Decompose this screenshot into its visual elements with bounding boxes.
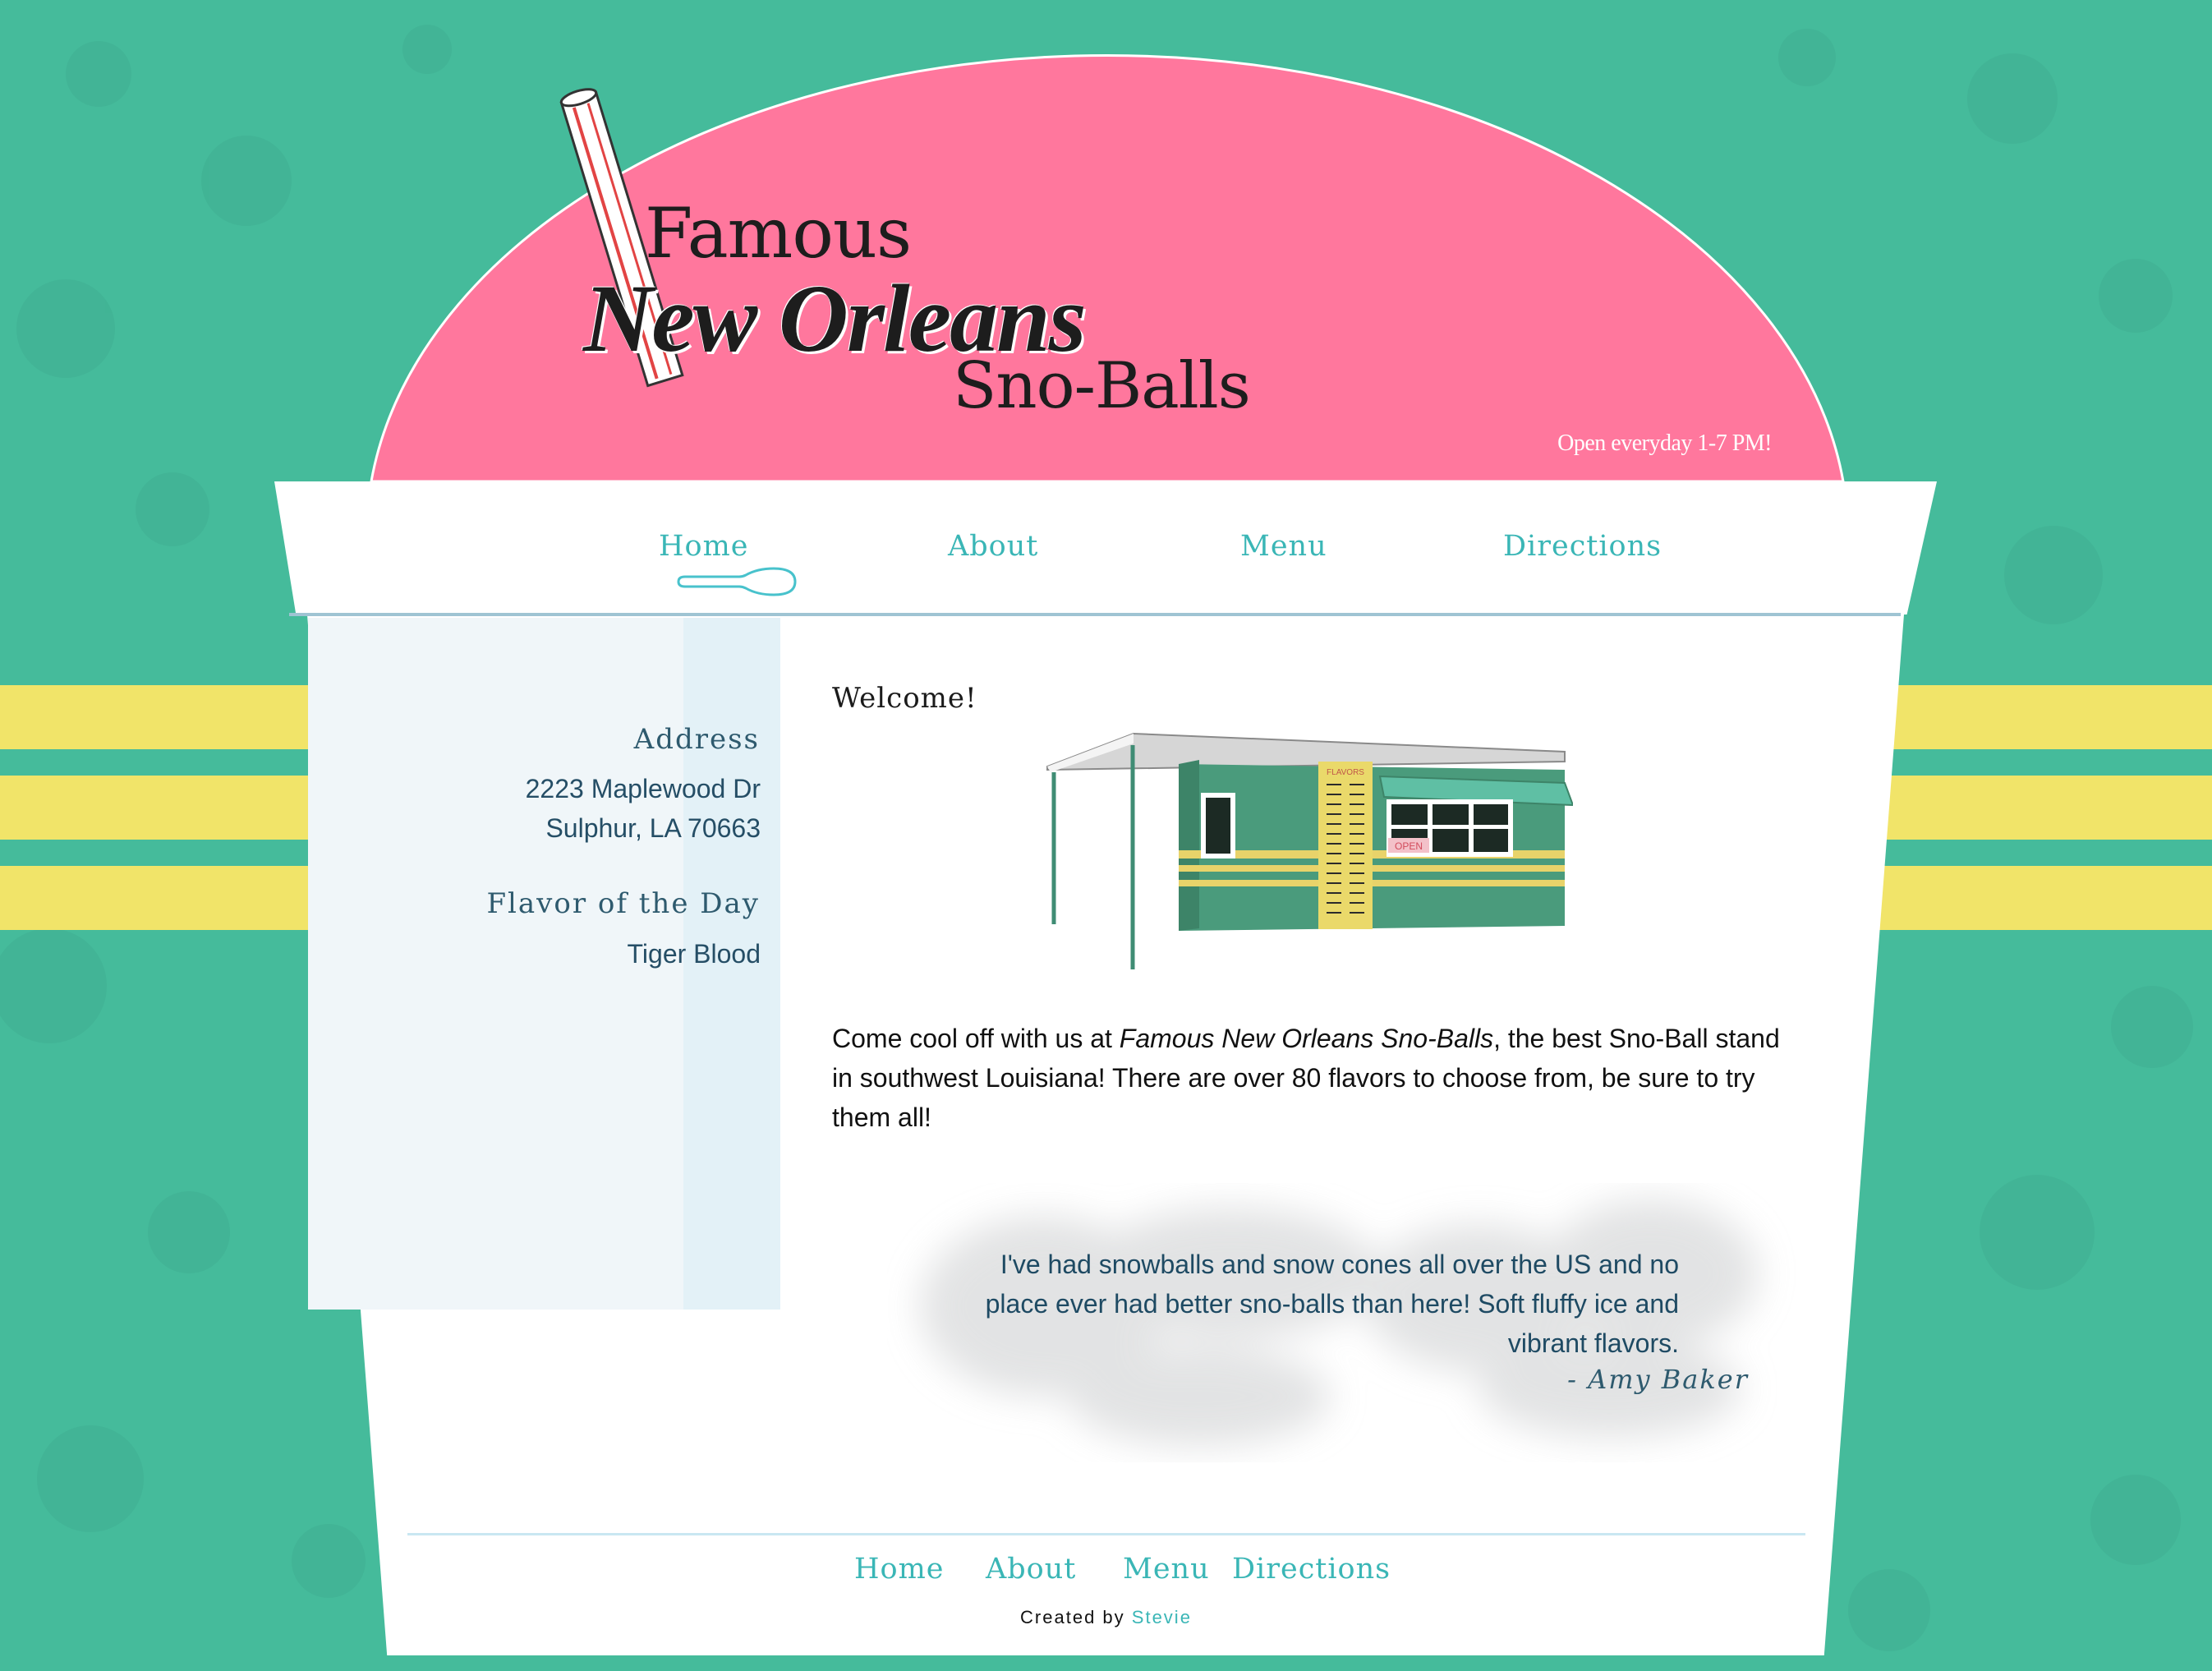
lid-divider xyxy=(289,613,1901,616)
testimonial-quote: I've had snowballs and snow cones all ov… xyxy=(985,1250,1679,1358)
footer-nav-menu[interactable]: Menu xyxy=(1123,1553,1210,1586)
intro-brand-name: Famous New Orleans Sno-Balls xyxy=(1119,1024,1494,1053)
intro-paragraph: Come cool off with us at Famous New Orle… xyxy=(832,1019,1785,1137)
address-heading: Address xyxy=(633,723,760,756)
flavor-of-day-heading: Flavor of the Day xyxy=(486,887,760,920)
opening-hours: Open everyday 1-7 PM! xyxy=(1557,430,1772,456)
footer-nav-directions[interactable]: Directions xyxy=(1232,1553,1391,1586)
intro-text-start: Come cool off with us at xyxy=(832,1024,1120,1053)
credit-author-link[interactable]: Stevie xyxy=(1132,1607,1192,1627)
cup-lid-header xyxy=(274,481,1937,615)
footer-divider xyxy=(407,1533,1805,1535)
footer-nav-about[interactable]: About xyxy=(986,1553,1076,1586)
credit-prefix: Created by xyxy=(1020,1607,1132,1627)
nav-home[interactable]: Home xyxy=(659,530,749,563)
footer-nav-home[interactable]: Home xyxy=(854,1553,945,1586)
welcome-heading: Welcome! xyxy=(832,682,977,715)
shack-flavors-sign: FLAVORS xyxy=(1327,768,1364,777)
spoon-icon xyxy=(677,567,797,596)
sno-ball-stand-image: FLAVORS OPEN xyxy=(1046,732,1573,969)
logo-sno-balls: Sno-Balls xyxy=(953,349,1251,423)
address-street: 2223 Maplewood Dr xyxy=(525,774,761,803)
flavor-of-day-value: Tiger Blood xyxy=(627,939,761,969)
nav-about[interactable]: About xyxy=(948,530,1038,563)
logo-famous: Famous xyxy=(645,193,912,274)
testimonial-author: - Amy Baker xyxy=(1567,1364,1749,1395)
nav-directions[interactable]: Directions xyxy=(1503,530,1662,563)
address-city: Sulphur, LA 70663 xyxy=(545,813,761,843)
site-logo[interactable]: Famous New Orleans Sno-Balls xyxy=(542,74,1251,423)
nav-menu[interactable]: Menu xyxy=(1240,530,1327,563)
shack-open-sign: OPEN xyxy=(1395,840,1423,852)
footer-credit: Created by Stevie xyxy=(0,1607,2212,1628)
